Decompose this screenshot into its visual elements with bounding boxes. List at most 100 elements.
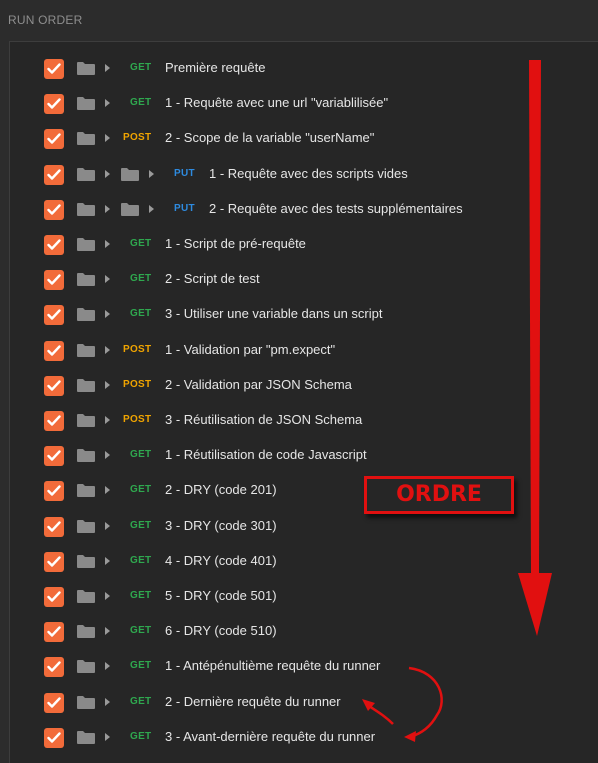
http-method-badge: GET [130, 625, 152, 637]
expand-caret-icon[interactable] [105, 99, 110, 108]
request-name: 1 - Script de pré-requête [165, 236, 306, 251]
request-checkbox[interactable] [44, 727, 64, 748]
request-checkbox[interactable] [44, 411, 64, 431]
http-method-badge: GET [130, 238, 152, 249]
expand-caret-icon[interactable] [105, 134, 110, 143]
expand-caret-icon[interactable] [105, 380, 110, 389]
expand-caret-icon[interactable] [105, 451, 110, 460]
http-method-badge: GET [130, 97, 152, 109]
expand-caret-icon[interactable] [149, 204, 154, 213]
folder-icon [77, 202, 95, 216]
request-checkbox[interactable] [44, 481, 64, 502]
request-row[interactable]: GET 1 - Réutilisation de code Javascript [10, 439, 598, 474]
request-row[interactable]: GET 3 - Utiliser une variable dans un scr… [10, 298, 598, 333]
request-checkbox[interactable] [44, 516, 64, 537]
expand-caret-icon[interactable] [105, 521, 110, 530]
expand-caret-icon[interactable] [105, 627, 110, 636]
expand-caret-icon[interactable] [105, 64, 110, 72]
folder-icon [77, 519, 95, 533]
expand-caret-icon[interactable] [105, 662, 110, 671]
request-name: 5 - DRY (code 501) [165, 588, 277, 603]
request-name: 6 - DRY (code 510) [165, 623, 277, 639]
http-method-badge: GET [130, 730, 152, 742]
request-checkbox[interactable] [44, 305, 64, 326]
http-method-badge: GET [130, 62, 152, 73]
expand-caret-icon[interactable] [105, 697, 110, 706]
request-name: 4 - DRY (code 401) [165, 552, 277, 568]
request-row[interactable]: GET Première requête [10, 52, 598, 87]
request-checkbox[interactable] [44, 587, 64, 607]
ordre-annotation: ORDRE [364, 476, 514, 514]
request-checkbox[interactable] [44, 375, 64, 396]
request-row[interactable]: GET 1 - Script de pré-requête [10, 228, 598, 263]
request-row[interactable]: GET 5 - DRY (code 501) [10, 580, 598, 615]
folder-icon [77, 238, 95, 251]
request-checkbox[interactable] [44, 59, 64, 79]
folder-icon [77, 730, 95, 744]
request-name: 3 - DRY (code 301) [165, 517, 277, 533]
expand-caret-icon[interactable] [105, 275, 110, 284]
request-row[interactable]: POST 2 - Validation par JSON Schema [10, 369, 598, 404]
request-checkbox[interactable] [44, 235, 64, 255]
request-checkbox[interactable] [44, 692, 64, 713]
folder-icon [121, 167, 139, 181]
request-name: 1 - Requête avec des scripts vides [209, 165, 408, 181]
request-row[interactable]: GET 2 - Dernière requête du runner [10, 686, 598, 721]
request-checkbox[interactable] [44, 622, 64, 643]
request-checkbox[interactable] [44, 446, 64, 467]
request-row[interactable]: PUT 2 - Requête avec des tests supplément… [10, 193, 598, 228]
http-method-badge: GET [130, 484, 152, 496]
request-row[interactable]: POST 2 - Scope de la variable "userName" [10, 122, 598, 157]
request-checkbox[interactable] [44, 199, 64, 220]
folder-icon [77, 449, 95, 463]
folder-icon [77, 273, 95, 287]
run-order-title: RUN ORDER [8, 13, 83, 27]
request-name: 2 - Script de test [165, 271, 260, 287]
folder-icon [77, 132, 95, 146]
request-checkbox[interactable] [44, 129, 64, 150]
expand-caret-icon[interactable] [105, 310, 110, 319]
expand-caret-icon[interactable] [105, 169, 110, 178]
request-checkbox[interactable] [44, 270, 64, 291]
request-row[interactable]: GET 6 - DRY (code 510) [10, 615, 598, 650]
folder-icon [77, 660, 95, 674]
http-method-badge: GET [130, 590, 152, 601]
request-name: 3 - Utiliser une variable dans un script [165, 306, 383, 322]
request-name: 3 - Réutilisation de JSON Schema [165, 412, 363, 427]
request-row[interactable]: GET 1 - Antépénultième requête du runner [10, 650, 598, 685]
folder-icon [77, 167, 95, 181]
folder-icon [77, 590, 95, 603]
request-row[interactable]: POST 1 - Validation par "pm.expect" [10, 334, 598, 369]
request-name: 2 - Requête avec des tests supplémentair… [209, 200, 463, 216]
request-checkbox[interactable] [44, 164, 64, 185]
request-row[interactable]: PUT 1 - Requête avec des scripts vides [10, 158, 598, 193]
expand-caret-icon[interactable] [105, 732, 110, 741]
expand-caret-icon[interactable] [105, 486, 110, 495]
request-row[interactable]: POST 3 - Réutilisation de JSON Schema [10, 404, 598, 439]
expand-caret-icon[interactable] [105, 556, 110, 565]
http-method-badge: GET [130, 554, 152, 566]
expand-caret-icon[interactable] [105, 204, 110, 213]
request-row[interactable]: GET 4 - DRY (code 401) [10, 545, 598, 580]
request-row[interactable]: GET 3 - DRY (code 301) [10, 510, 598, 545]
http-method-badge: POST [123, 414, 152, 425]
expand-caret-icon[interactable] [105, 592, 110, 600]
expand-caret-icon[interactable] [105, 345, 110, 354]
expand-caret-icon[interactable] [105, 416, 110, 424]
request-row[interactable]: GET 3 - Avant-dernière requête du runner [10, 721, 598, 756]
folder-icon [77, 378, 95, 392]
request-checkbox[interactable] [44, 94, 64, 115]
folder-icon [77, 625, 95, 639]
folder-icon [77, 343, 95, 357]
folder-icon [77, 308, 95, 322]
request-row[interactable]: GET 2 - Script de test [10, 263, 598, 298]
http-method-badge: GET [130, 660, 152, 672]
http-method-badge: PUT [174, 167, 195, 179]
expand-caret-icon[interactable] [149, 169, 154, 178]
request-row[interactable]: GET 1 - Requête avec une url "variablilis… [10, 87, 598, 122]
request-checkbox[interactable] [44, 551, 64, 572]
request-checkbox[interactable] [44, 340, 64, 361]
expand-caret-icon[interactable] [105, 240, 110, 248]
run-order-list: GET Première requête GET 1 - Requête avec u… [9, 41, 598, 763]
request-checkbox[interactable] [44, 657, 64, 678]
